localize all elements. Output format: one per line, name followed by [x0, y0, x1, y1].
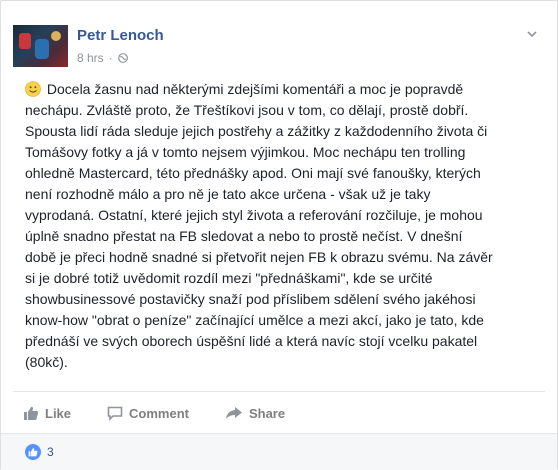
divider: [13, 391, 545, 392]
share-label: Share: [248, 405, 286, 421]
reaction-count[interactable]: 3: [47, 445, 54, 459]
post-time[interactable]: 8 hrs: [77, 51, 104, 65]
comment-label: Comment: [129, 405, 189, 421]
post-meta: 8 hrs ·: [77, 51, 128, 65]
share-arrow-icon: [225, 407, 242, 419]
author-name[interactable]: Petr Lenoch: [77, 27, 164, 44]
comment-button[interactable]: Comment: [107, 405, 189, 421]
avatar[interactable]: [13, 25, 68, 67]
post-header: Petr Lenoch 8 hrs ·: [13, 25, 543, 69]
like-reaction-icon[interactable]: [25, 444, 41, 460]
comment-icon: [107, 406, 123, 421]
like-button[interactable]: Like: [23, 405, 71, 421]
smile-emoji-icon: [25, 81, 41, 97]
meta-separator: ·: [108, 51, 113, 65]
post-text: Docela žasnu nad některými zdejšími kome…: [25, 81, 493, 370]
post-card: Petr Lenoch 8 hrs · Docela žasnu nad něk…: [0, 0, 558, 470]
reactions-bar: 3: [1, 433, 557, 470]
action-bar: Like Comment Share: [23, 399, 321, 427]
share-button[interactable]: Share: [225, 405, 285, 421]
globe-icon: [117, 53, 128, 63]
chevron-down-icon[interactable]: [525, 27, 539, 41]
thumbs-up-icon: [24, 406, 39, 420]
like-label: Like: [45, 405, 72, 421]
post-body: Docela žasnu nad některými zdejšími kome…: [25, 79, 535, 373]
